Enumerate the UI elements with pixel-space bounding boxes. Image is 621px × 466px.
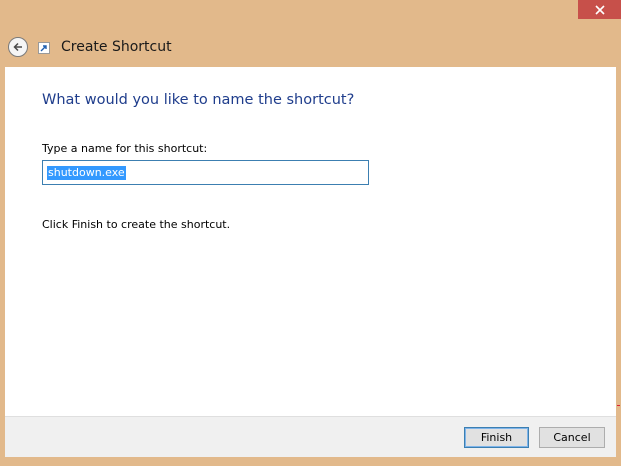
shortcut-name-label: Type a name for this shortcut: bbox=[42, 142, 208, 155]
close-button[interactable] bbox=[578, 0, 621, 19]
finish-instruction: Click Finish to create the shortcut. bbox=[42, 218, 231, 231]
edge-artifact bbox=[617, 405, 620, 406]
window-bottom-edge bbox=[0, 457, 621, 466]
back-arrow-icon bbox=[13, 42, 22, 52]
window-title: Create Shortcut bbox=[61, 39, 172, 55]
wizard-footer: Finish Cancel bbox=[5, 416, 616, 457]
finish-button[interactable]: Finish bbox=[464, 427, 529, 448]
wizard-content: What would you like to name the shortcut… bbox=[5, 67, 616, 416]
shortcut-icon bbox=[38, 42, 50, 54]
create-shortcut-window: Create Shortcut What would you like to n… bbox=[0, 0, 621, 466]
back-button[interactable] bbox=[8, 37, 28, 57]
page-heading: What would you like to name the shortcut… bbox=[42, 92, 355, 108]
shortcut-name-input[interactable]: shutdown.exe bbox=[42, 160, 369, 185]
shortcut-name-value: shutdown.exe bbox=[47, 165, 126, 180]
cancel-button[interactable]: Cancel bbox=[539, 427, 605, 448]
close-icon bbox=[594, 4, 605, 15]
wizard-header: Create Shortcut bbox=[0, 19, 621, 67]
